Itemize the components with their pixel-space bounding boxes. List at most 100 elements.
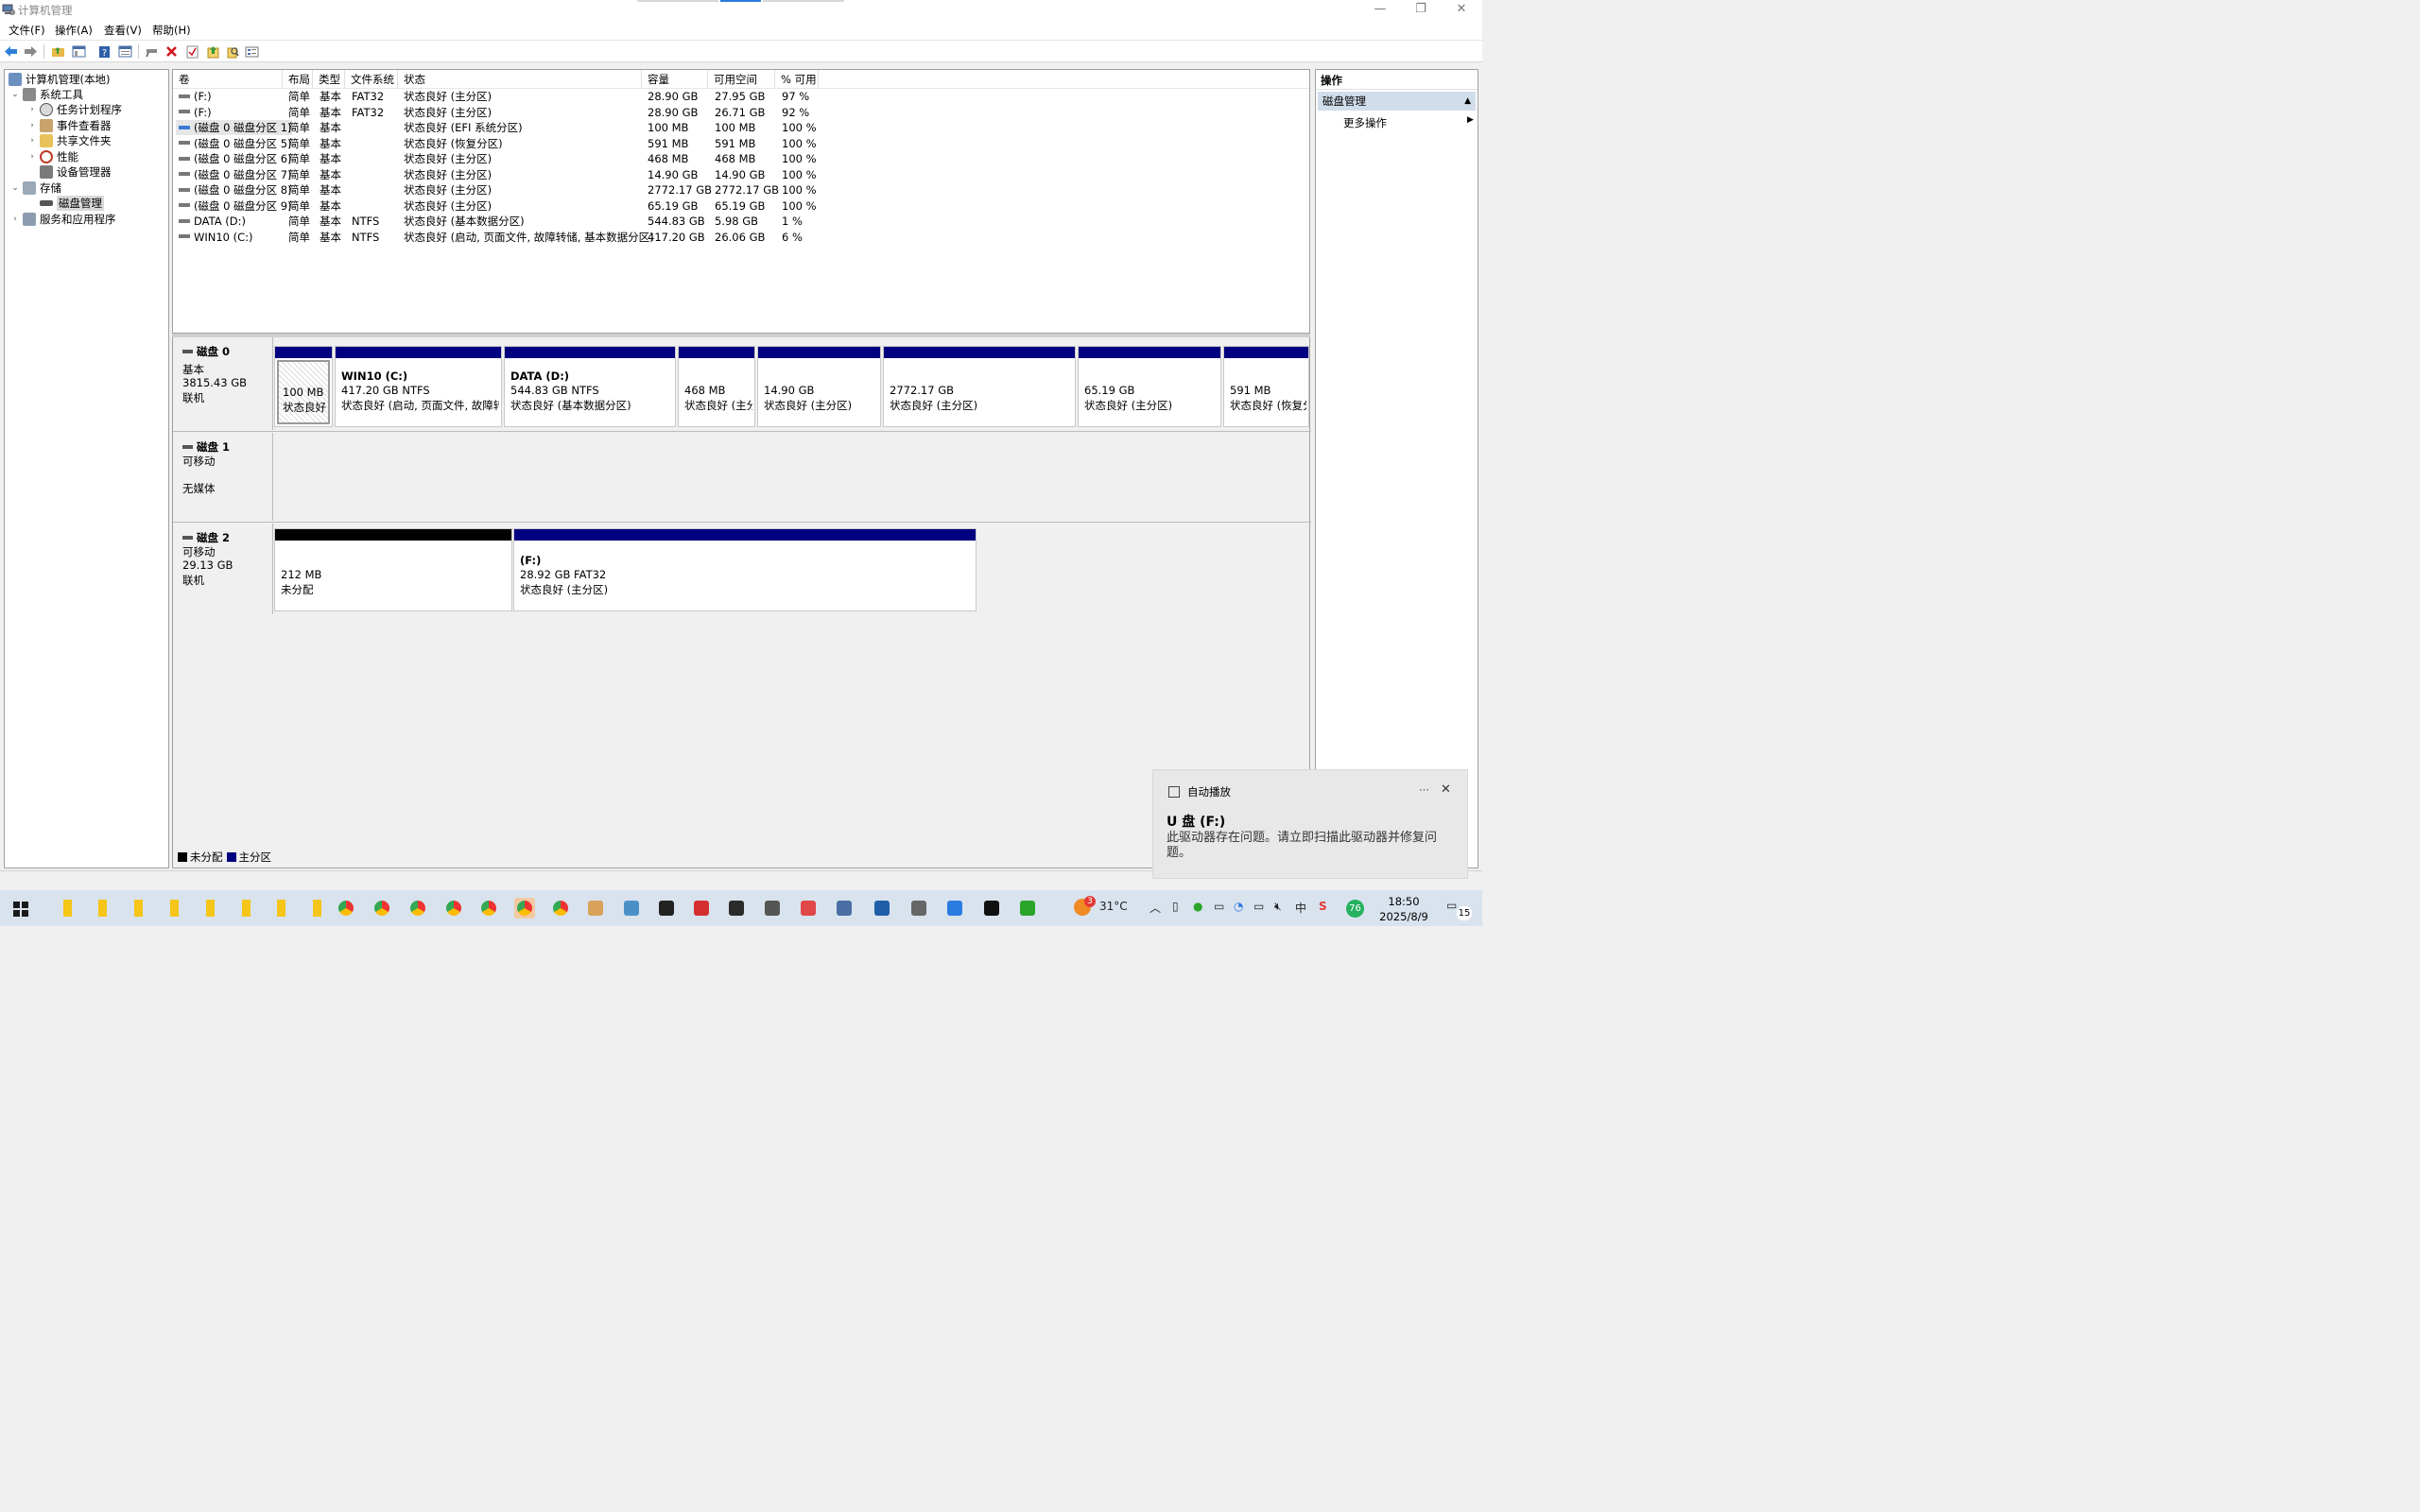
partition[interactable]: 100 MB 状态良好 (EFI 系统分区) — [274, 346, 333, 427]
close-button[interactable]: ✕ — [1441, 0, 1482, 20]
disk-0-label[interactable]: 磁盘 0 基本 3815.43 GB 联机 — [174, 337, 273, 430]
connect-icon[interactable] — [144, 43, 160, 60]
folder-icon[interactable] — [199, 898, 220, 919]
check-icon[interactable] — [184, 43, 200, 60]
chevron-down-icon[interactable]: ⌄ — [10, 90, 20, 99]
tree-item-root[interactable]: 计算机管理(本地) — [9, 72, 110, 87]
tree-item-disk-management[interactable]: 磁盘管理 — [40, 196, 104, 211]
notification-center-icon[interactable]: ▭ — [1446, 899, 1457, 912]
disk-1-label[interactable]: 磁盘 1 可移动 无媒体 — [174, 433, 273, 521]
windows-start-button[interactable] — [13, 902, 28, 917]
network-icon[interactable]: ▭ — [1253, 900, 1264, 913]
folder-icon[interactable] — [306, 898, 327, 919]
column-header-type[interactable]: 类型 — [313, 70, 345, 89]
table-row[interactable]: (磁盘 0 磁盘分区 1) 简单 基本 状态良好 (EFI 系统分区) 100 MB 10… — [173, 120, 1309, 135]
table-row[interactable]: (F:) 简单 基本 FAT32 状态良好 (主分区) 28.90 GB 26.71 GB 9… — [173, 105, 1309, 120]
tree-item-event-viewer[interactable]: › 事件查看器 — [27, 118, 112, 133]
partition[interactable]: WIN10 (C:) 417.20 GB NTFS 状态良好 (启动, 页面文件, … — [335, 346, 502, 427]
tree-item-system-tools[interactable]: ⌄ 系统工具 — [10, 87, 83, 102]
more-options-button[interactable]: ··· — [1419, 783, 1429, 797]
search-icon[interactable] — [225, 43, 241, 60]
chrome-icon[interactable] — [443, 898, 464, 919]
chevron-right-icon[interactable]: › — [27, 121, 37, 130]
partition[interactable]: 65.19 GB 状态良好 (主分区) — [1078, 346, 1221, 427]
restore-button[interactable]: ❐ — [1400, 0, 1442, 20]
table-row[interactable]: (磁盘 0 磁盘分区 5) 简单 基本 状态良好 (恢复分区) 591 MB 591 MB… — [173, 136, 1309, 151]
chrome-icon[interactable] — [550, 898, 571, 919]
actions-disk-management[interactable]: 磁盘管理 ▲ — [1318, 92, 1476, 111]
table-row[interactable]: DATA (D:) 简单 基本 NTFS 状态良好 (基本数据分区) 544.83 GB 5… — [173, 214, 1309, 229]
more-actions[interactable]: 更多操作 ▶ — [1343, 115, 1474, 130]
up-folder-icon[interactable] — [50, 43, 66, 60]
toast-close-button[interactable]: ✕ — [1441, 782, 1451, 797]
tree-item-performance[interactable]: › 性能 — [27, 149, 78, 164]
wechat-icon[interactable] — [1017, 898, 1038, 919]
tree-item-device-manager[interactable]: 设备管理器 — [40, 164, 112, 180]
autoplay-notification[interactable]: 自动播放 ··· ✕ U 盘 (F:) 此驱动器存在问题。请立即扫描此驱动器并修… — [1152, 769, 1468, 879]
menu-file[interactable]: 文件(F) — [9, 23, 45, 38]
chrome-icon[interactable] — [478, 898, 499, 919]
menu-help[interactable]: 帮助(H) — [152, 23, 191, 38]
show-hide-tree-icon[interactable] — [71, 43, 87, 60]
chevron-up-icon[interactable]: ︿ — [1150, 900, 1161, 916]
properties-icon[interactable] — [117, 43, 133, 60]
usb-drive-icon[interactable]: ▯ — [1172, 900, 1179, 913]
table-row[interactable]: (磁盘 0 磁盘分区 7) 简单 基本 状态良好 (主分区) 14.90 GB 14.90… — [173, 167, 1309, 182]
chevron-right-icon[interactable]: › — [10, 215, 20, 224]
chevron-down-icon[interactable]: ⌄ — [10, 183, 20, 193]
folder-icon[interactable] — [57, 898, 78, 919]
folder-icon[interactable] — [92, 898, 112, 919]
computer-management-icon[interactable] — [834, 898, 855, 919]
game-icon[interactable] — [762, 898, 783, 919]
partition[interactable]: DATA (D:) 544.83 GB NTFS 状态良好 (基本数据分区) — [504, 346, 676, 427]
wps-icon[interactable] — [691, 898, 712, 919]
column-header-status[interactable]: 状态 — [398, 70, 642, 89]
help-icon[interactable]: ? — [96, 43, 112, 60]
partition[interactable]: 591 MB 状态良好 (恢复分区) — [1223, 346, 1309, 427]
tree-item-shared-folders[interactable]: › 共享文件夹 — [27, 133, 112, 148]
sync-icon[interactable]: ◔ — [1234, 900, 1243, 913]
security-badge[interactable]: 76 — [1346, 900, 1364, 918]
ime-indicator[interactable]: 中 — [1295, 900, 1306, 916]
menu-action[interactable]: 操作(A) — [55, 23, 93, 38]
column-header-filesystem[interactable]: 文件系统 — [345, 70, 398, 89]
partition[interactable]: 14.90 GB 状态良好 (主分区) — [757, 346, 881, 427]
ue-icon[interactable] — [726, 898, 747, 919]
sogou-icon[interactable]: S — [1319, 900, 1327, 913]
folder-icon[interactable] — [128, 898, 148, 919]
partition[interactable]: 212 MB 未分配 — [274, 528, 512, 611]
table-row[interactable]: (F:) 简单 基本 FAT32 状态良好 (主分区) 28.90 GB 27.95 GB 9… — [173, 89, 1309, 104]
minimize-button[interactable]: — — [1359, 0, 1401, 20]
clock[interactable]: 18:50 2025/8/9 — [1378, 894, 1429, 924]
tree-item-services-apps[interactable]: › 服务和应用程序 — [10, 212, 116, 227]
delete-icon[interactable] — [164, 43, 180, 60]
export-icon[interactable] — [205, 43, 221, 60]
search-app-icon[interactable] — [944, 898, 965, 919]
menu-view[interactable]: 查看(V) — [104, 23, 142, 38]
terminal-icon[interactable] — [656, 898, 677, 919]
table-row[interactable]: WIN10 (C:) 简单 基本 NTFS 状态良好 (启动, 页面文件, 故障转储, … — [173, 230, 1309, 245]
back-icon[interactable] — [3, 43, 19, 60]
file-icon[interactable] — [621, 898, 642, 919]
swirl-icon[interactable] — [798, 898, 819, 919]
tools-icon[interactable] — [908, 898, 929, 919]
folder-icon[interactable] — [270, 898, 291, 919]
partition[interactable]: 468 MB 状态良好 (主分区) — [678, 346, 755, 427]
temperature[interactable]: 31°C — [1099, 900, 1128, 913]
chrome-icon[interactable] — [407, 898, 428, 919]
qq-icon[interactable] — [981, 898, 1002, 919]
column-header-layout[interactable]: 布局 — [283, 70, 313, 89]
chrome-icon[interactable] — [336, 898, 356, 919]
chrome-icon[interactable] — [372, 898, 392, 919]
tree-item-task-scheduler[interactable]: › 任务计划程序 — [27, 102, 122, 117]
view-icon[interactable] — [244, 43, 260, 60]
disk-2-label[interactable]: 磁盘 2 可移动 29.13 GB 联机 — [174, 524, 273, 614]
column-header-capacity[interactable]: 容量 — [642, 70, 708, 89]
chevron-right-icon[interactable]: › — [27, 152, 37, 162]
partition[interactable]: 2772.17 GB 状态良好 (主分区) — [883, 346, 1076, 427]
chevron-right-icon[interactable]: › — [27, 105, 37, 114]
tray-app-icon[interactable]: ▭ — [1214, 900, 1224, 913]
speaker-muted-icon[interactable]: 🔇︎ — [1274, 900, 1282, 914]
collapse-up-icon[interactable]: ▲ — [1464, 92, 1471, 111]
wechat-tray-icon[interactable]: ● — [1193, 900, 1202, 913]
